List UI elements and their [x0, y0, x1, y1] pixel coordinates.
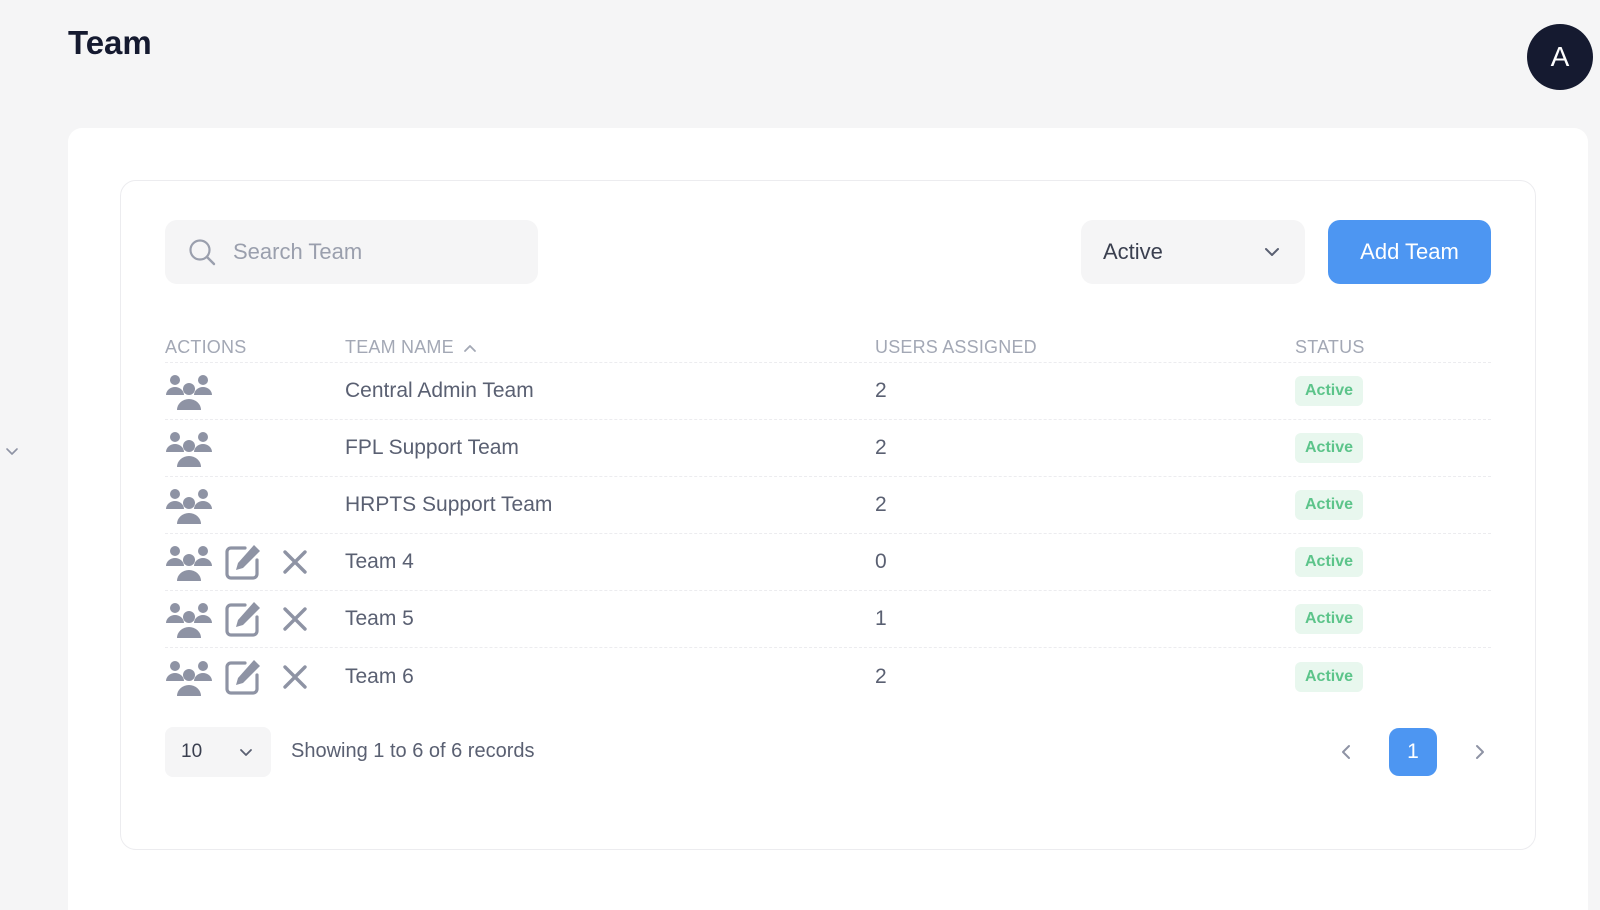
avatar[interactable]: A: [1527, 24, 1593, 90]
status-filter-dropdown[interactable]: Active: [1081, 220, 1305, 284]
status-cell: Active: [1295, 490, 1491, 520]
column-header-users-assigned: USERS ASSIGNED: [875, 337, 1037, 357]
sort-ascending-icon: [463, 344, 476, 352]
team-table-panel: Active Add Team ACTIONS TEAM NAME USERS …: [120, 180, 1536, 850]
table-row: HRPTS Support Team 2 Active: [165, 477, 1491, 534]
row-actions: [165, 599, 345, 639]
delete-icon[interactable]: [279, 546, 311, 578]
status-badge: Active: [1295, 433, 1364, 463]
table-row: Team 6 2 Active: [165, 648, 1491, 705]
status-cell: Active: [1295, 433, 1491, 463]
search-input[interactable]: [233, 239, 513, 265]
users-assigned-cell: 2: [875, 664, 887, 688]
delete-icon[interactable]: [279, 661, 311, 693]
team-members-icon[interactable]: [165, 428, 213, 468]
table-body: Central Admin Team 2 Active FPL Support …: [165, 363, 1491, 705]
team-members-icon[interactable]: [165, 371, 213, 411]
table-row: FPL Support Team 2 Active: [165, 420, 1491, 477]
team-name-cell: Central Admin Team: [345, 379, 534, 402]
row-actions: [165, 485, 345, 525]
status-filter-value: Active: [1103, 239, 1163, 264]
table-footer: 10 Showing 1 to 6 of 6 records 1: [165, 727, 1491, 777]
sidebar-expand-chevron-icon[interactable]: [4, 444, 20, 460]
page-button-current[interactable]: 1: [1389, 728, 1437, 776]
status-cell: Active: [1295, 661, 1491, 692]
team-members-icon[interactable]: [165, 599, 213, 639]
chevron-down-icon: [240, 749, 252, 756]
table-row: Team 5 1 Active: [165, 591, 1491, 648]
edit-icon[interactable]: [223, 599, 263, 639]
content-card: Active Add Team ACTIONS TEAM NAME USERS …: [68, 128, 1588, 910]
column-header-status: STATUS: [1295, 337, 1365, 357]
team-name-cell: HRPTS Support Team: [345, 493, 553, 516]
page-size-value: 10: [181, 741, 203, 762]
search-icon: [189, 239, 216, 266]
row-actions: [165, 657, 345, 697]
column-header-team-name-label: TEAM NAME: [345, 337, 454, 357]
table-row: Central Admin Team 2 Active: [165, 363, 1491, 420]
status-cell: Active: [1295, 547, 1491, 577]
table-row: Team 4 0 Active: [165, 534, 1491, 591]
pagination: 1: [1335, 727, 1491, 777]
chevron-left-icon[interactable]: [1335, 741, 1357, 763]
users-assigned-cell: 2: [875, 436, 887, 459]
users-assigned-cell: 2: [875, 493, 887, 516]
chevron-down-icon: [1265, 248, 1279, 256]
team-members-icon[interactable]: [165, 542, 213, 582]
records-summary: Showing 1 to 6 of 6 records: [291, 740, 535, 762]
status-cell: Active: [1295, 604, 1491, 634]
row-actions: [165, 371, 345, 411]
table-header: ACTIONS TEAM NAME USERS ASSIGNED STATUS: [165, 333, 1491, 363]
users-assigned-cell: 0: [875, 550, 887, 573]
edit-icon[interactable]: [223, 542, 263, 582]
edit-icon[interactable]: [223, 657, 263, 697]
row-actions: [165, 428, 345, 468]
status-badge: Active: [1295, 376, 1364, 406]
team-members-icon[interactable]: [165, 657, 213, 697]
users-assigned-cell: 1: [875, 607, 887, 630]
column-header-team-name[interactable]: TEAM NAME: [345, 337, 875, 358]
page-size-select[interactable]: 10: [165, 727, 271, 777]
row-actions: [165, 542, 345, 582]
column-header-actions: ACTIONS: [165, 337, 247, 357]
search-field[interactable]: [165, 220, 538, 284]
add-team-button[interactable]: Add Team: [1328, 220, 1491, 284]
status-badge: Active: [1295, 604, 1364, 634]
status-badge: Active: [1295, 661, 1364, 692]
team-name-cell: Team 5: [345, 607, 414, 630]
team-table: ACTIONS TEAM NAME USERS ASSIGNED STATUS …: [165, 333, 1491, 705]
team-members-icon[interactable]: [165, 485, 213, 525]
team-name-cell: Team 4: [345, 550, 414, 573]
status-cell: Active: [1295, 376, 1491, 406]
status-badge: Active: [1295, 490, 1364, 520]
delete-icon[interactable]: [279, 603, 311, 635]
team-name-cell: FPL Support Team: [345, 436, 519, 459]
status-badge: Active: [1295, 547, 1364, 577]
users-assigned-cell: 2: [875, 379, 887, 402]
page-title: Team: [68, 24, 152, 61]
team-name-cell: Team 6: [345, 664, 414, 688]
chevron-right-icon[interactable]: [1469, 741, 1491, 763]
